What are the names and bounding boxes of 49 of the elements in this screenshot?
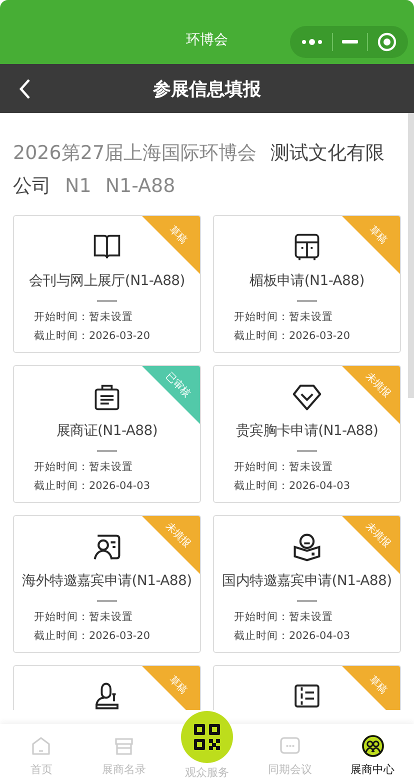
more-icon[interactable] bbox=[300, 38, 323, 46]
close-icon[interactable] bbox=[377, 32, 398, 52]
end-time: 截止时间：2026-04-03 bbox=[234, 628, 350, 644]
users-icon bbox=[360, 734, 385, 758]
form-card[interactable]: 未填报 国内特邀嘉宾申请(N1-A88) 开始时间：暂未设置 截止时间：2026-04-03 bbox=[213, 515, 401, 653]
minimize-icon[interactable] bbox=[342, 40, 358, 44]
status-ribbon: 未填报 bbox=[142, 516, 200, 574]
status-ribbon: 草稿 bbox=[342, 666, 400, 710]
cabinet-icon bbox=[292, 232, 322, 262]
id-card-icon bbox=[92, 532, 122, 562]
form-card[interactable]: 已审核 展商证(N1-A88) 开始时间：暂未设置 截止时间：2026-04-03 bbox=[13, 365, 201, 503]
start-time: 开始时间：暂未设置 bbox=[234, 610, 333, 624]
diamond-icon bbox=[292, 382, 322, 412]
end-time: 截止时间：2026-04-03 bbox=[234, 478, 350, 494]
form-card[interactable]: 未填报 海外特邀嘉宾申请(N1-A88) 开始时间：暂未设置 截止时间：2026-03-20 bbox=[13, 515, 201, 653]
card-title: 国内特邀嘉宾申请(N1-A88) bbox=[222, 572, 392, 590]
start-time: 开始时间：暂未设置 bbox=[234, 460, 333, 474]
tab-item[interactable]: 展商中心 bbox=[331, 724, 414, 780]
exhibition-heading: 2026第27届上海国际环博会 测试文化有限公司 N1 N1-A88 bbox=[13, 141, 386, 199]
ticket-icon bbox=[292, 682, 322, 710]
status-ribbon: 草稿 bbox=[142, 666, 200, 710]
start-time: 开始时间：暂未设置 bbox=[234, 310, 333, 324]
card-title: 楣板申请(N1-A88) bbox=[250, 272, 364, 290]
card-title: 展商证(N1-A88) bbox=[56, 422, 158, 440]
status-ribbon: 未填报 bbox=[342, 516, 400, 574]
form-card[interactable]: 草稿 会刊与网上展厅(N1-A88) 开始时间：暂未设置 截止时间：2026-03-20 bbox=[13, 215, 201, 353]
start-time: 开始时间：暂未设置 bbox=[34, 310, 133, 324]
status-ribbon: 草稿 bbox=[342, 216, 400, 274]
card-title: 贵宾胸卡申请(N1-A88) bbox=[236, 422, 378, 440]
person-reading-icon bbox=[292, 532, 322, 562]
status-ribbon: 草稿 bbox=[142, 216, 200, 274]
qr-code-icon[interactable] bbox=[180, 710, 234, 764]
start-time: 开始时间：暂未设置 bbox=[34, 460, 133, 474]
card-title: 会刊与网上展厅(N1-A88) bbox=[29, 272, 185, 290]
status-ribbon: 未填报 bbox=[342, 366, 400, 424]
status-ribbon: 已审核 bbox=[142, 366, 200, 424]
card-title: 海外特邀嘉宾申请(N1-A88) bbox=[22, 572, 192, 590]
window-title: 环博会 bbox=[186, 31, 228, 49]
form-card[interactable]: 未填报 贵宾胸卡申请(N1-A88) 开始时间：暂未设置 截止时间：2026-04-03 bbox=[213, 365, 401, 503]
end-time: 截止时间：2026-03-20 bbox=[234, 328, 350, 344]
end-time: 截止时间：2026-04-03 bbox=[34, 478, 150, 494]
form-card[interactable]: 草稿 楣板申请(N1-A88) 开始时间：暂未设置 截止时间：2026-03-20 bbox=[213, 215, 401, 353]
clipboard-icon bbox=[92, 382, 122, 412]
scrollbar[interactable] bbox=[408, 113, 414, 398]
page-title: 参展信息填报 bbox=[153, 78, 261, 100]
start-time: 开始时间：暂未设置 bbox=[34, 610, 133, 624]
back-icon[interactable] bbox=[18, 78, 32, 100]
end-time: 截止时间：2026-03-20 bbox=[34, 628, 150, 644]
end-time: 截止时间：2026-03-20 bbox=[34, 328, 150, 344]
